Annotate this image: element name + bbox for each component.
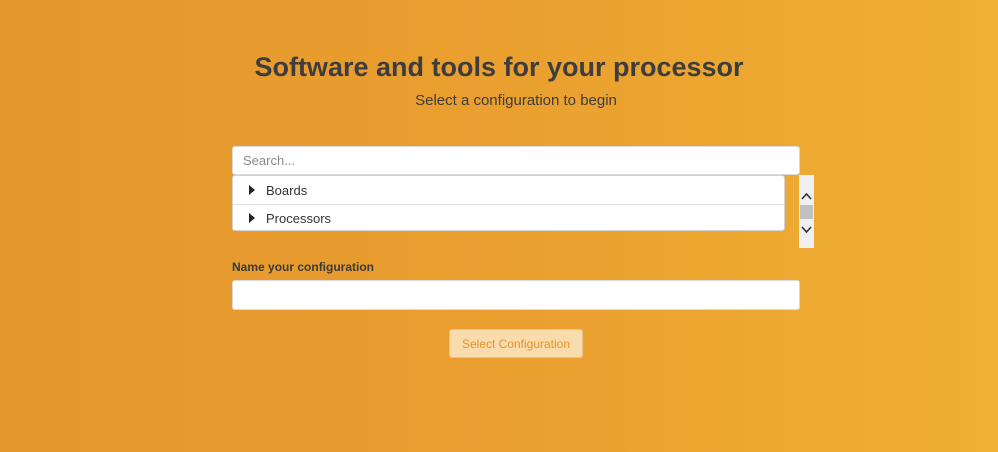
page-subtitle: Select a configuration to begin	[415, 92, 617, 109]
chevron-down-icon[interactable]	[799, 222, 814, 237]
tree-scrollbar[interactable]	[799, 175, 814, 248]
select-configuration-button[interactable]: Select Configuration	[449, 329, 583, 358]
config-name-input[interactable]	[232, 280, 800, 310]
config-name-label: Name your configuration	[232, 260, 375, 274]
configuration-tree: Boards Processors	[232, 175, 785, 231]
caret-right-icon[interactable]	[249, 212, 255, 223]
scrollbar-thumb[interactable]	[800, 205, 813, 219]
tree-item-processors[interactable]: Processors	[233, 204, 784, 230]
tree-item-label: Boards	[266, 182, 308, 198]
page-title: Software and tools for your processor	[254, 52, 744, 82]
caret-right-icon[interactable]	[249, 184, 255, 195]
tree-item-label: Processors	[266, 210, 332, 226]
search-input[interactable]	[232, 146, 800, 175]
chevron-up-icon[interactable]	[799, 188, 814, 203]
tree-item-boards[interactable]: Boards	[233, 176, 784, 204]
